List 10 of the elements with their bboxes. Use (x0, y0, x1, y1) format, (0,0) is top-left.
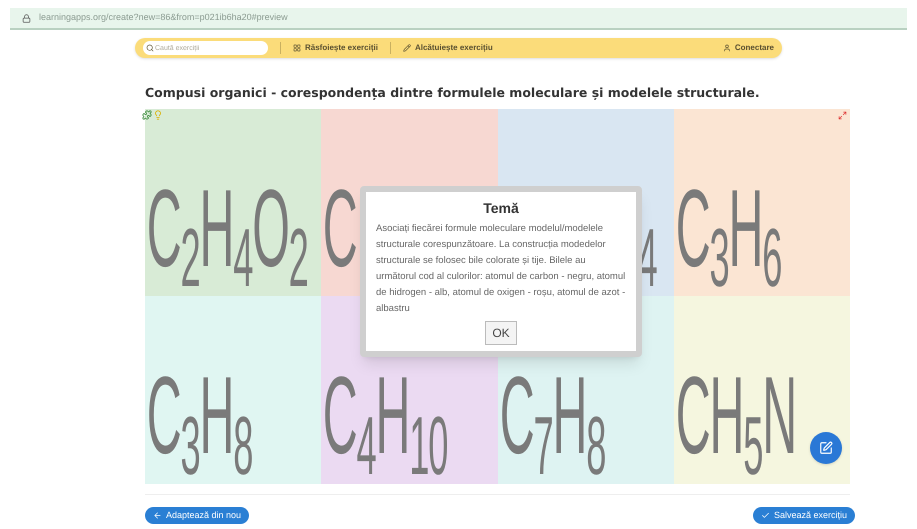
formula-text: C$_{3}$H$_{8}$ (146, 353, 252, 480)
formula-text: C$_{3}$H$_{6}$ (674, 166, 781, 292)
formula-text: C$_{2}$H$_{4}$O$_{2}$ (146, 166, 308, 292)
url-text: learningapps.org/create?new=86&from=p021ib6ha20#preview (39, 11, 288, 24)
dialog-title: Temă (483, 198, 519, 218)
exercise-title: Compusi organici - corespondența dintre formulele moleculare și modelele structurale. (145, 84, 761, 102)
formula-text: C$_{4}$H$_{10}$ (322, 353, 448, 480)
formula-text: CH$_{5}$N (674, 353, 796, 480)
formula-text: C$_{7}$H$_{8}$ (498, 353, 605, 480)
formula-text: C (322, 166, 357, 292)
